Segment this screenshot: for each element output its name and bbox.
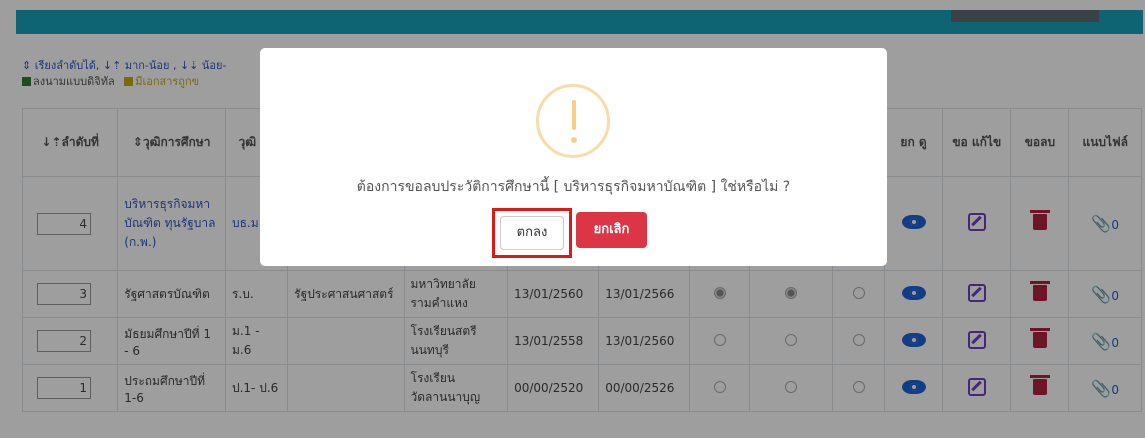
confirm-dialog: ต้องการขอลบประวัติการศึกษานี้ [ บริหารธุ… <box>260 48 887 266</box>
dialog-message: ต้องการขอลบประวัติการศึกษานี้ [ บริหารธุ… <box>356 179 791 195</box>
cancel-button[interactable]: ยกเลิก <box>576 212 647 248</box>
warning-icon <box>536 84 610 158</box>
ok-button[interactable]: ตกลง <box>500 216 564 250</box>
